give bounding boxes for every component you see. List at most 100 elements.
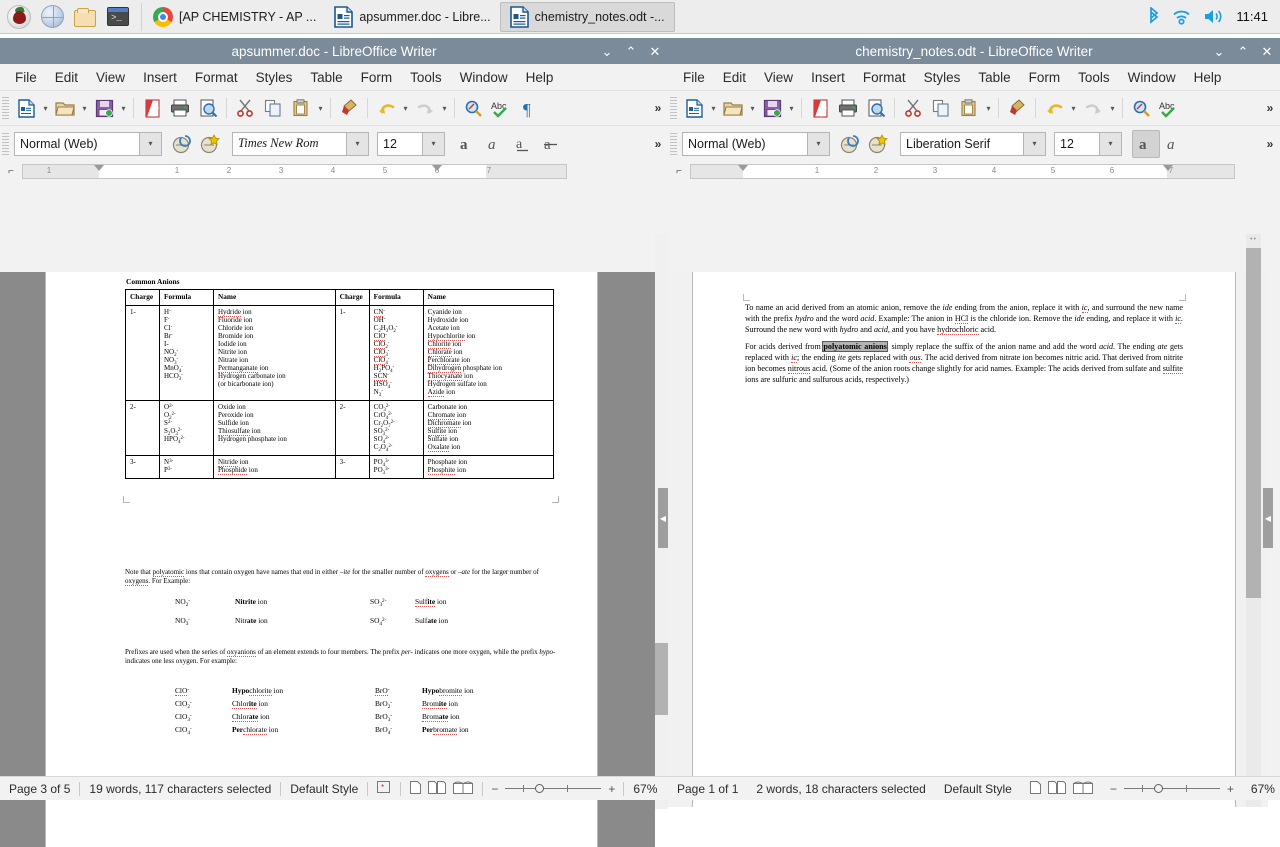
print-preview-icon[interactable]: [862, 94, 890, 122]
menu-tools[interactable]: Tools: [1069, 68, 1119, 87]
italic-button[interactable]: a: [1160, 130, 1188, 158]
toolbar-grip[interactable]: [2, 133, 9, 155]
selection-mode-icon[interactable]: *: [368, 781, 400, 797]
save-dropdown[interactable]: ▾: [786, 94, 797, 122]
anions-table-wrapper[interactable]: Charge Formula Name Charge Formula Name …: [125, 289, 554, 479]
toolbar-grip[interactable]: [670, 97, 677, 119]
volume-icon[interactable]: [1203, 8, 1224, 25]
new-document-button[interactable]: [680, 94, 708, 122]
book-view-icon[interactable]: [453, 781, 473, 797]
minimize-button[interactable]: ⌄: [600, 41, 614, 61]
toolbar-grip[interactable]: [670, 133, 677, 155]
page-indicator[interactable]: Page 1 of 1: [668, 782, 747, 796]
menu-edit[interactable]: Edit: [46, 68, 87, 87]
save-dropdown[interactable]: ▾: [118, 94, 129, 122]
close-button[interactable]: ✕: [1260, 41, 1274, 61]
bold-button[interactable]: a: [453, 130, 481, 158]
page-style[interactable]: Default Style: [935, 782, 1021, 796]
close-button[interactable]: ✕: [648, 41, 662, 61]
save-button[interactable]: [758, 94, 786, 122]
menu-help[interactable]: Help: [517, 68, 563, 87]
menu-table[interactable]: Table: [969, 68, 1019, 87]
zoom-out-button[interactable]: −: [1110, 782, 1117, 796]
find-replace-icon[interactable]: [459, 94, 487, 122]
scrollbar-thumb-chemistry-notes[interactable]: [1246, 248, 1261, 598]
titlebar-apsummer[interactable]: apsummer.doc - LibreOffice Writer ⌄ ⌃ ✕: [0, 38, 668, 64]
menu-file[interactable]: File: [6, 68, 46, 87]
paragraph-style-input[interactable]: [14, 132, 140, 156]
undo-dropdown[interactable]: ▾: [1068, 94, 1079, 122]
zoom-in-button[interactable]: +: [608, 782, 615, 796]
redo-dropdown[interactable]: ▾: [439, 94, 450, 122]
export-pdf-icon[interactable]: [138, 94, 166, 122]
spelling-icon[interactable]: Abc: [1155, 94, 1183, 122]
word-count[interactable]: 19 words, 117 characters selected: [80, 782, 280, 796]
zoom-slider[interactable]: − +: [1102, 782, 1242, 796]
titlebar-chemistry-notes[interactable]: chemistry_notes.odt - LibreOffice Writer…: [668, 38, 1280, 64]
taskbar-window-chrome[interactable]: [AP CHEMISTRY - AP ...: [144, 2, 325, 32]
print-icon[interactable]: [166, 94, 194, 122]
menu-edit[interactable]: Edit: [714, 68, 755, 87]
italic-button[interactable]: a: [481, 130, 509, 158]
font-name-combo[interactable]: ▾: [900, 132, 1046, 156]
book-view-icon[interactable]: [1073, 781, 1093, 797]
document-page-apsummer[interactable]: Common Anions Charge Formula Name Charge…: [46, 272, 597, 847]
new-document-dropdown[interactable]: ▾: [40, 94, 51, 122]
menu-format[interactable]: Format: [186, 68, 247, 87]
terminal-icon[interactable]: [105, 4, 131, 30]
clone-formatting-icon[interactable]: [335, 94, 363, 122]
menu-insert[interactable]: Insert: [134, 68, 186, 87]
page-indicator[interactable]: Page 3 of 5: [0, 782, 79, 796]
menu-table[interactable]: Table: [301, 68, 351, 87]
update-style-icon[interactable]: [168, 130, 196, 158]
single-page-view-icon[interactable]: [1030, 781, 1041, 797]
zoom-in-button[interactable]: +: [1227, 782, 1234, 796]
menu-styles[interactable]: Styles: [915, 68, 970, 87]
paste-dropdown[interactable]: ▾: [983, 94, 994, 122]
menu-format[interactable]: Format: [854, 68, 915, 87]
ruler-indent-left[interactable]: [738, 165, 748, 171]
font-size-combo[interactable]: ▾: [377, 132, 445, 156]
cut-icon[interactable]: [231, 94, 259, 122]
open-button[interactable]: [51, 94, 79, 122]
paragraph-style-combo[interactable]: ▾: [682, 132, 830, 156]
undo-dropdown[interactable]: ▾: [400, 94, 411, 122]
document-body-chemistry-notes[interactable]: To name an acid derived from an atomic a…: [745, 302, 1183, 392]
menu-file[interactable]: File: [674, 68, 714, 87]
sidebar-collapse-handle-chemistry-notes[interactable]: ◀: [1263, 488, 1273, 548]
sidebar-collapse-handle-apsummer[interactable]: ◀: [658, 488, 668, 548]
font-size-input[interactable]: [1054, 132, 1100, 156]
export-pdf-icon[interactable]: [806, 94, 834, 122]
tab-stop-selector[interactable]: ⌐: [668, 161, 690, 181]
paragraph-style-dropdown[interactable]: ▾: [808, 132, 830, 156]
ruler-indent-right[interactable]: [432, 165, 442, 171]
menu-styles[interactable]: Styles: [247, 68, 302, 87]
document-page-chemistry-notes[interactable]: To name an acid derived from an atomic a…: [693, 272, 1235, 807]
font-size-input[interactable]: [377, 132, 423, 156]
cut-icon[interactable]: [899, 94, 927, 122]
formatting-marks-icon[interactable]: ¶: [515, 94, 543, 122]
copy-icon[interactable]: [259, 94, 287, 122]
toolbar-overflow-button[interactable]: »: [648, 94, 668, 122]
paragraph-style-combo[interactable]: ▾: [14, 132, 162, 156]
print-icon[interactable]: [834, 94, 862, 122]
taskbar-window-chemistry-notes[interactable]: chemistry_notes.odt -...: [500, 2, 675, 32]
update-style-icon[interactable]: [836, 130, 864, 158]
file-manager-icon[interactable]: [72, 4, 98, 30]
menu-tools[interactable]: Tools: [401, 68, 451, 87]
formatting-overflow-button[interactable]: »: [648, 130, 668, 158]
paste-dropdown[interactable]: ▾: [315, 94, 326, 122]
open-dropdown[interactable]: ▾: [79, 94, 90, 122]
font-size-combo[interactable]: ▾: [1054, 132, 1122, 156]
find-replace-icon[interactable]: [1127, 94, 1155, 122]
undo-icon[interactable]: [1040, 94, 1068, 122]
font-name-input[interactable]: [900, 132, 1024, 156]
menu-view[interactable]: View: [755, 68, 802, 87]
font-name-combo[interactable]: ▾: [232, 132, 369, 156]
taskbar-window-apsummer[interactable]: apsummer.doc - Libre...: [325, 2, 499, 32]
toolbar-grip[interactable]: [2, 97, 9, 119]
menu-form[interactable]: Form: [352, 68, 402, 87]
font-size-dropdown[interactable]: ▾: [1100, 132, 1122, 156]
scrollbar-thumb-apsummer[interactable]: [655, 643, 668, 715]
save-button[interactable]: [90, 94, 118, 122]
